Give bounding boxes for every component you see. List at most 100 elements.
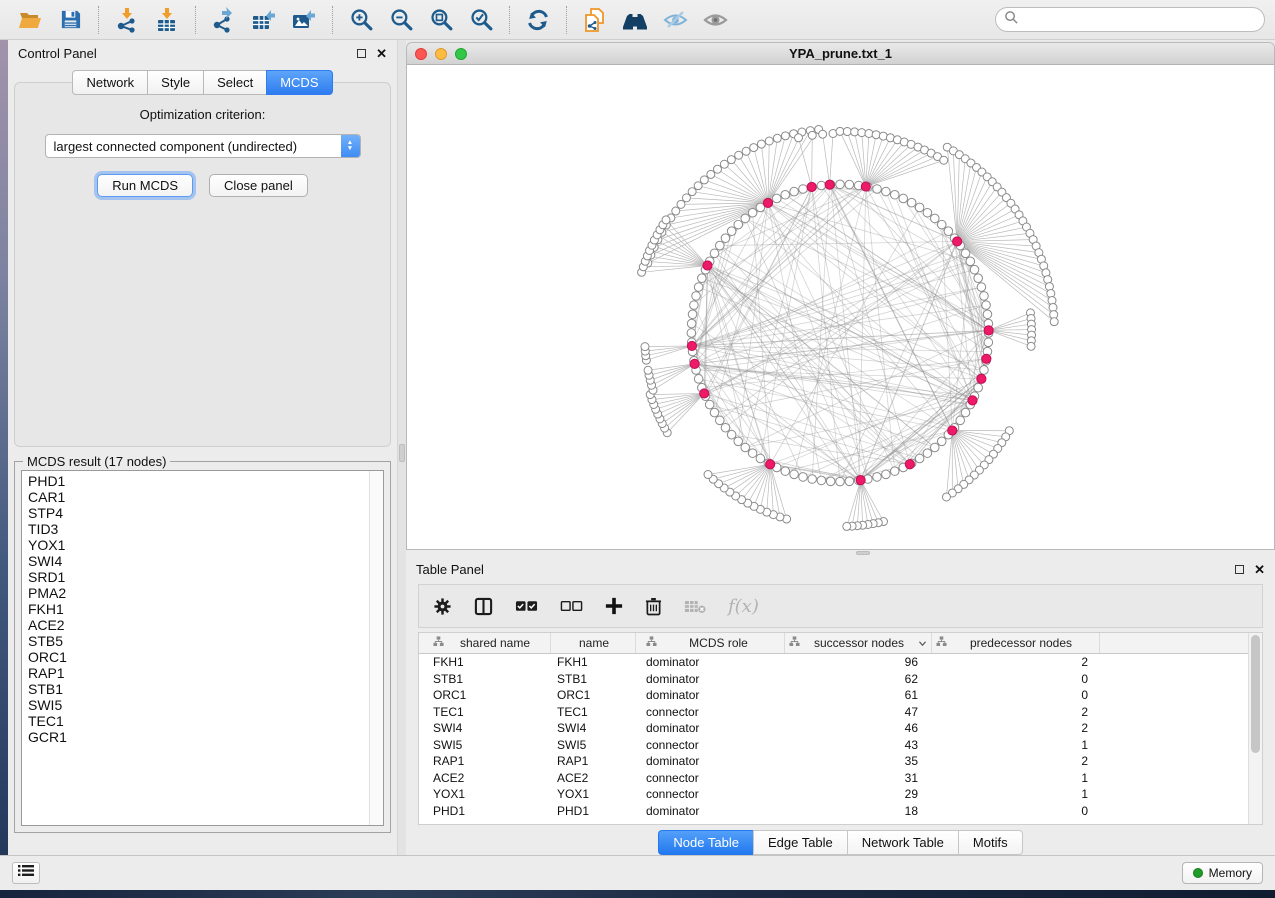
network-node[interactable] (720, 160, 728, 168)
network-node[interactable] (707, 170, 715, 178)
network-node[interactable] (705, 400, 714, 409)
deselect-all-rows-icon[interactable] (560, 599, 583, 613)
network-node[interactable] (727, 430, 736, 439)
cell-mcds-role[interactable]: connector (636, 787, 785, 801)
network-node[interactable] (773, 134, 781, 142)
network-canvas[interactable] (407, 65, 1274, 550)
close-panel-icon[interactable]: ✕ (376, 47, 387, 60)
cell-name[interactable]: SWI4 (551, 721, 636, 735)
network-node[interactable] (937, 220, 946, 229)
network-node[interactable] (710, 408, 719, 417)
add-column-icon[interactable] (605, 597, 623, 615)
network-node[interactable] (819, 130, 827, 138)
cell-successor-nodes[interactable]: 96 (785, 655, 932, 669)
zoom-selected-button[interactable] (461, 4, 501, 36)
cell-mcds-role[interactable]: dominator (636, 655, 785, 669)
network-node[interactable] (966, 257, 975, 266)
table-row[interactable]: TEC1TEC1connector472 (419, 704, 1248, 721)
cell-name[interactable]: TEC1 (551, 705, 636, 719)
open-session-button[interactable] (10, 4, 50, 36)
network-node[interactable] (694, 182, 702, 190)
import-table-button[interactable] (147, 4, 187, 36)
network-node[interactable] (721, 234, 730, 243)
table-row[interactable]: ACE2ACE2connector311 (419, 770, 1248, 787)
show-all-button[interactable] (695, 4, 735, 36)
network-node[interactable] (734, 220, 743, 229)
column-header-predecessor-nodes[interactable]: predecessor nodes (932, 633, 1100, 653)
tab-edge-table[interactable]: Edge Table (753, 830, 847, 855)
network-node[interactable] (672, 207, 680, 215)
network-node[interactable] (836, 477, 845, 486)
network-node[interactable] (872, 131, 880, 139)
cell-mcds-role[interactable]: connector (636, 705, 785, 719)
network-node[interactable] (915, 203, 924, 212)
network-node[interactable] (843, 128, 851, 136)
network-node[interactable] (748, 449, 757, 458)
import-network-button[interactable] (107, 4, 147, 36)
vertical-splitter[interactable] (398, 40, 406, 855)
cell-shared-name[interactable]: PHD1 (419, 804, 551, 818)
list-item[interactable]: RAP1 (28, 665, 369, 681)
hide-unselected-button[interactable] (655, 4, 695, 36)
cell-successor-nodes[interactable]: 61 (785, 688, 932, 702)
cell-predecessor-nodes[interactable]: 2 (932, 705, 1100, 719)
network-node[interactable] (890, 190, 899, 199)
cell-shared-name[interactable]: TEC1 (419, 705, 551, 719)
network-node[interactable] (795, 134, 803, 142)
cell-predecessor-nodes[interactable]: 1 (932, 738, 1100, 752)
cell-predecessor-nodes[interactable]: 2 (932, 754, 1100, 768)
task-history-button[interactable] (12, 862, 40, 884)
network-hub-node[interactable] (703, 261, 712, 270)
table-scrollbar[interactable] (1248, 633, 1262, 824)
network-node[interactable] (710, 249, 719, 258)
network-node[interactable] (799, 185, 808, 194)
network-node[interactable] (865, 130, 873, 138)
network-hub-node[interactable] (861, 182, 870, 191)
network-node[interactable] (817, 476, 826, 485)
network-hub-node[interactable] (977, 374, 986, 383)
network-node[interactable] (970, 265, 979, 274)
network-node[interactable] (974, 274, 983, 283)
optimization-criterion-select[interactable]: largest connected component (undirected)… (45, 134, 361, 158)
network-node[interactable] (956, 416, 965, 425)
zoom-out-button[interactable] (381, 4, 421, 36)
network-node[interactable] (942, 493, 950, 501)
cell-predecessor-nodes[interactable]: 2 (932, 655, 1100, 669)
network-node[interactable] (808, 475, 817, 484)
network-hub-node[interactable] (948, 426, 957, 435)
list-item[interactable]: YOX1 (28, 537, 369, 553)
network-node[interactable] (980, 292, 989, 301)
network-hub-node[interactable] (687, 341, 696, 350)
network-hub-node[interactable] (982, 354, 991, 363)
network-hub-node[interactable] (953, 237, 962, 246)
network-hub-node[interactable] (690, 359, 699, 368)
network-node[interactable] (662, 216, 670, 224)
network-node[interactable] (980, 366, 989, 375)
network-hub-node[interactable] (984, 326, 993, 335)
column-header-successor-nodes[interactable]: successor nodes (785, 633, 932, 653)
network-hub-node[interactable] (807, 182, 816, 191)
zoom-in-button[interactable] (341, 4, 381, 36)
network-node[interactable] (940, 156, 948, 164)
delete-column-icon[interactable] (645, 597, 662, 616)
network-node[interactable] (641, 343, 649, 351)
cell-name[interactable]: RAP1 (551, 754, 636, 768)
cell-successor-nodes[interactable]: 29 (785, 787, 932, 801)
network-node[interactable] (742, 147, 750, 155)
table-row[interactable]: ORC1ORC1dominator610 (419, 687, 1248, 704)
network-node[interactable] (961, 249, 970, 258)
table-row[interactable]: FKH1FKH1dominator962 (419, 654, 1248, 671)
network-node[interactable] (915, 454, 924, 463)
cell-shared-name[interactable]: STB1 (419, 672, 551, 686)
scrollbar-thumb[interactable] (1251, 635, 1260, 753)
cell-shared-name[interactable]: ACE2 (419, 771, 551, 785)
network-hub-node[interactable] (763, 198, 772, 207)
network-node[interactable] (677, 200, 685, 208)
cell-predecessor-nodes[interactable]: 1 (932, 771, 1100, 785)
network-node[interactable] (756, 454, 765, 463)
network-node[interactable] (727, 227, 736, 236)
network-window-titlebar[interactable]: YPA_prune.txt_1 (407, 43, 1274, 65)
network-node[interactable] (750, 144, 758, 152)
cell-successor-nodes[interactable]: 18 (785, 804, 932, 818)
run-mcds-button[interactable]: Run MCDS (97, 174, 193, 197)
